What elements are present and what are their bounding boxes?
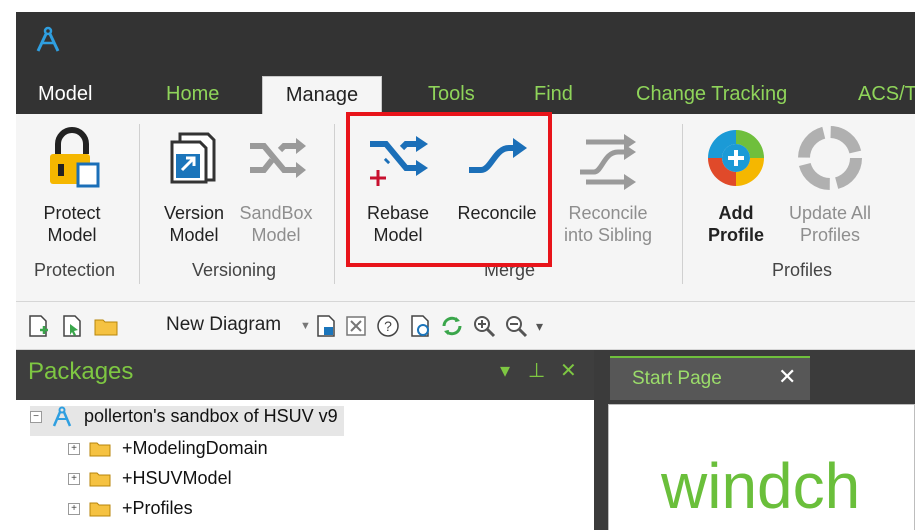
protect-model-label-1: Protect — [43, 203, 101, 223]
packages-panel-header: Packages ▾ ⊥ ✕ — [16, 350, 594, 400]
folder-icon — [89, 502, 111, 517]
tab-home[interactable]: Home — [166, 76, 219, 114]
update-all-profiles-button[interactable]: Update All Profiles — [776, 126, 884, 246]
folder-icon — [89, 442, 111, 457]
protect-model-button[interactable]: Protect Model — [30, 126, 114, 246]
collapse-icon[interactable]: − — [30, 411, 42, 424]
ribbon-tab-bar: Model Home Manage Tools Find Change Trac… — [16, 68, 915, 116]
close-diagram-icon[interactable] — [344, 314, 368, 338]
tree-root-label: pollerton's sandbox of HSUV v9 — [84, 406, 338, 426]
diagram-toolbar: New Diagram ▼ ? ▾ — [16, 302, 915, 350]
reconcile-sibling-label-1: Reconcile — [568, 203, 648, 223]
add-profile-label-2: Profile — [707, 225, 764, 245]
sandbox-model-button[interactable]: SandBox Model — [230, 126, 322, 246]
start-page-area: windch — [594, 400, 915, 530]
group-label-versioning: Versioning — [192, 260, 277, 280]
expand-icon[interactable]: + — [68, 503, 80, 516]
group-label-profiles: Profiles — [772, 260, 833, 280]
new-diagram-button[interactable]: New Diagram — [166, 314, 281, 336]
open-folder-icon[interactable] — [94, 314, 118, 338]
app-logo-icon — [36, 26, 60, 52]
packages-tree: − pollerton's sandbox of HSUV v9 + +Mode… — [16, 400, 594, 530]
reconcile-sibling-icon — [580, 134, 636, 190]
tree-item-label: +HSUVModel — [122, 468, 232, 488]
packages-title: Packages — [28, 358, 134, 385]
new-file-icon[interactable] — [26, 314, 50, 338]
group-divider — [682, 124, 683, 284]
application-window: Model Home Manage Tools Find Change Trac… — [16, 12, 915, 530]
tab-model[interactable]: Model — [38, 76, 92, 114]
highlight-box — [346, 112, 552, 267]
add-profile-label-1: Add — [718, 203, 754, 223]
tab-find[interactable]: Find — [534, 76, 573, 114]
version-model-icon — [170, 132, 216, 184]
group-divider — [334, 124, 335, 284]
tab-start-page[interactable]: Start Page ✕ — [610, 356, 810, 400]
pin-icon[interactable]: ⊥ — [528, 358, 545, 383]
folder-icon — [89, 472, 111, 487]
version-model-label-1: Version — [163, 203, 225, 223]
model-package-icon — [52, 406, 72, 427]
group-divider — [139, 124, 140, 284]
brand-logo-text: windch — [661, 450, 861, 522]
tree-item-label: +Profiles — [122, 498, 193, 518]
toolbar-overflow-icon[interactable]: ▾ — [536, 318, 543, 335]
update-profiles-icon — [798, 126, 862, 190]
start-page-content: windch — [608, 404, 915, 530]
tab-change-tracking[interactable]: Change Tracking — [636, 76, 787, 114]
svg-text:?: ? — [384, 318, 392, 334]
expand-icon[interactable]: + — [68, 473, 80, 486]
add-profile-icon — [708, 130, 764, 186]
sandbox-model-label-1: SandBox — [239, 203, 313, 223]
start-page-tab-label: Start Page — [632, 368, 722, 389]
tree-item-modelingdomain[interactable]: + +ModelingDomain — [68, 438, 268, 468]
document-tab-bar: Start Page ✕ — [594, 350, 915, 400]
diagram-properties-icon[interactable] — [408, 314, 432, 338]
tree-item-hsuvmodel[interactable]: + +HSUVModel — [68, 468, 232, 498]
sandbox-shuffle-icon — [250, 138, 306, 178]
tree-item-label: +ModelingDomain — [122, 438, 268, 458]
tab-tools[interactable]: Tools — [428, 76, 475, 114]
update-all-profiles-label-2: Profiles — [799, 225, 861, 245]
close-tab-icon[interactable]: ✕ — [778, 364, 796, 390]
reconcile-sibling-label-2: into Sibling — [563, 225, 653, 245]
close-icon[interactable]: ✕ — [560, 358, 577, 383]
zoom-out-icon[interactable] — [504, 314, 528, 338]
panel-menu-icon[interactable]: ▾ — [500, 358, 510, 383]
tree-root-item[interactable]: − pollerton's sandbox of HSUV v9 — [30, 406, 344, 436]
new-diagram-dropdown-icon[interactable]: ▼ — [300, 320, 311, 332]
add-profile-button[interactable]: Add Profile — [698, 126, 774, 246]
group-label-protection: Protection — [34, 260, 116, 280]
lock-diagram-icon[interactable] — [314, 314, 338, 338]
protect-model-label-2: Model — [47, 225, 97, 245]
update-all-profiles-label-1: Update All — [788, 203, 872, 223]
tab-manage[interactable]: Manage — [262, 76, 382, 116]
padlock-icon — [50, 127, 100, 188]
help-icon[interactable]: ? — [376, 314, 400, 338]
tree-item-profiles[interactable]: + +Profiles — [68, 498, 193, 528]
version-model-button[interactable]: Version Model — [154, 126, 234, 246]
select-file-icon[interactable] — [60, 314, 84, 338]
zoom-in-icon[interactable] — [472, 314, 496, 338]
refresh-icon[interactable] — [440, 314, 464, 338]
tab-acs[interactable]: ACS/T — [858, 76, 915, 114]
expand-icon[interactable]: + — [68, 443, 80, 456]
title-bar — [16, 12, 915, 68]
version-model-label-2: Model — [169, 225, 219, 245]
sandbox-model-label-2: Model — [251, 225, 301, 245]
reconcile-into-sibling-button[interactable]: Reconcile into Sibling — [552, 126, 664, 246]
